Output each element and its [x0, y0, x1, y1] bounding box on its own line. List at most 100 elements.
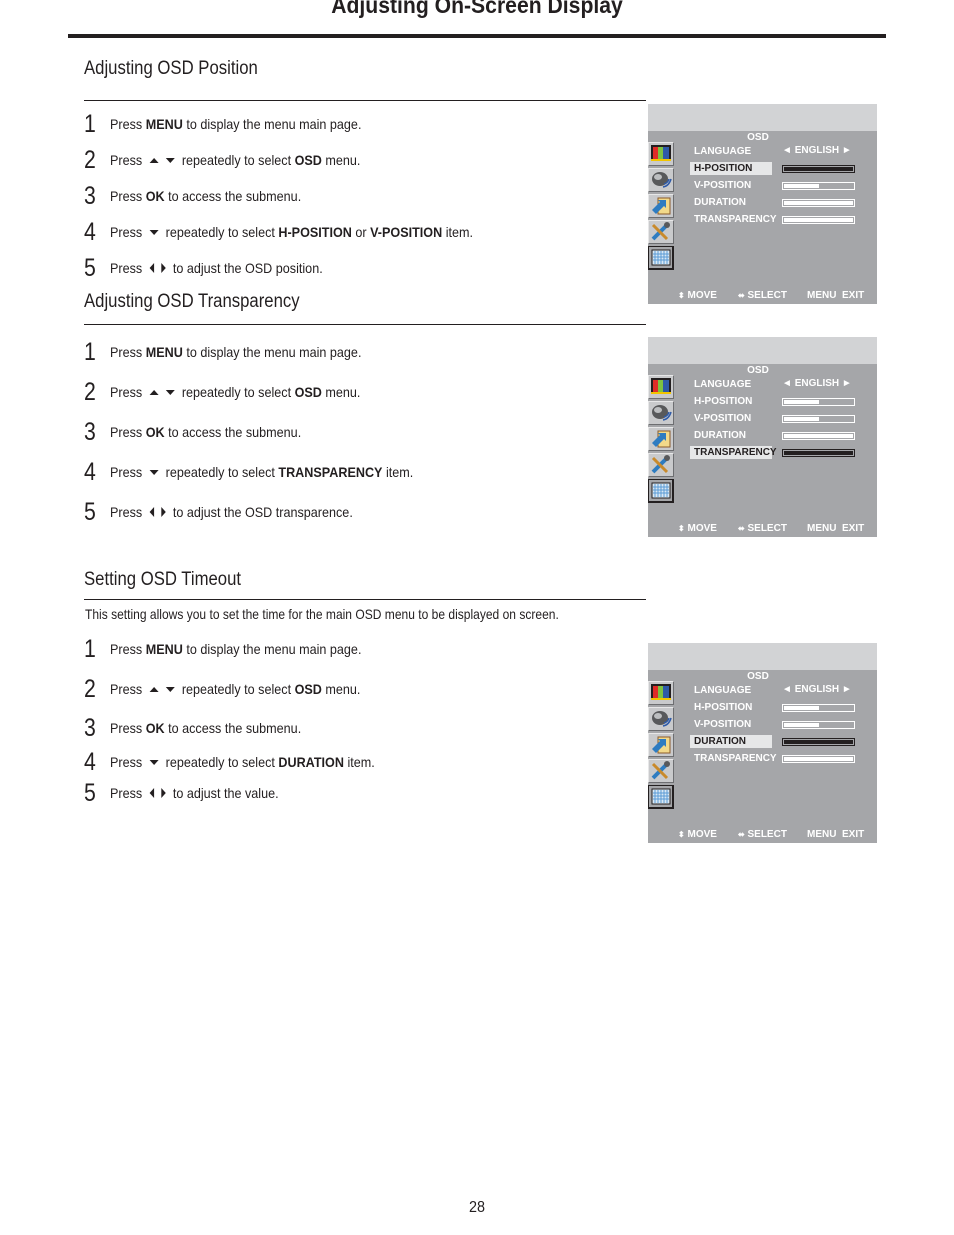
- osd-item-v-position[interactable]: V-POSITION: [690, 717, 870, 734]
- step-pre-text: Press: [110, 424, 146, 440]
- osd-tab-picture[interactable]: [648, 142, 674, 166]
- step-pre-text: Press: [110, 464, 143, 480]
- osd-header-band: [648, 104, 877, 131]
- osd-level-slider[interactable]: [782, 738, 855, 746]
- osd-tab-tools[interactable]: [648, 220, 674, 244]
- step-pre-text: Press: [110, 785, 143, 801]
- up-down-arrow-icon: ⬍: [678, 291, 685, 300]
- step-pre-text: Press: [110, 754, 143, 770]
- osd-item-language[interactable]: LANGUAGE ◄ ENGLISH ►: [690, 144, 870, 161]
- osd-item-h-position[interactable]: H-POSITION: [690, 394, 870, 411]
- osd-level-slider[interactable]: [782, 165, 855, 173]
- osd-tab-setup-arrow[interactable]: [648, 427, 674, 451]
- step-item: 3 Press OK to access the submenu.: [84, 715, 322, 741]
- osd-item-label: LANGUAGE: [694, 379, 752, 390]
- osd-level-slider[interactable]: [782, 721, 855, 729]
- left-right-arrow-icon: ⬌: [738, 291, 745, 300]
- osd-language-value: ENGLISH: [794, 378, 840, 389]
- step-key-label: TRANSPARENCY: [278, 464, 383, 480]
- left-arrow-icon: [149, 788, 154, 798]
- osd-item-v-position[interactable]: V-POSITION: [690, 178, 870, 195]
- osd-language-selector[interactable]: ◄ ENGLISH ►: [782, 378, 852, 389]
- step-key-label: OK: [145, 188, 165, 204]
- step-pre-text: Press: [110, 720, 146, 736]
- step-post-text: to adjust the OSD position.: [172, 260, 323, 276]
- osd-tab-osd-grid[interactable]: [648, 785, 674, 809]
- setup-arrow-icon: [650, 735, 672, 760]
- osd-level-fill: [784, 706, 819, 710]
- down-arrow-icon: [165, 686, 175, 692]
- step-item: 2 Press repeatedly to select OSD menu.: [84, 147, 388, 173]
- right-arrow-icon: ►: [839, 378, 852, 389]
- osd-tab-tools[interactable]: [648, 453, 674, 477]
- picture-icon: [650, 683, 672, 706]
- exit-label: EXIT: [842, 829, 865, 840]
- osd-item-language[interactable]: LANGUAGE ◄ ENGLISH ►: [690, 377, 870, 394]
- osd-footer-hints: ⬍ MOVE ⬌ SELECT MENU EXIT: [678, 523, 868, 534]
- step-text: Press to adjust the value.: [110, 785, 279, 801]
- osd-tab-setup-arrow[interactable]: [648, 733, 674, 757]
- page-title: Adjusting On-Screen Display: [331, 0, 623, 18]
- osd-tab-osd-grid[interactable]: [648, 246, 674, 270]
- left-arrow-icon: [149, 263, 154, 273]
- step-text: Press OK to access the submenu.: [110, 720, 301, 736]
- step-number: 4: [84, 748, 96, 776]
- osd-item-label: LANGUAGE: [694, 146, 752, 157]
- osd-tab-audio-speaker[interactable]: [648, 401, 674, 425]
- step-mid-text: or: [351, 224, 371, 240]
- step-pre-text: Press: [110, 152, 143, 168]
- osd-tab-tools[interactable]: [648, 759, 674, 783]
- osd-item-duration[interactable]: DURATION: [690, 428, 870, 445]
- step-number: 1: [84, 338, 96, 366]
- osd-tab-osd-grid[interactable]: [648, 479, 674, 503]
- osd-tab-picture[interactable]: [648, 681, 674, 705]
- step-item: 2 Press repeatedly to select OSD menu.: [84, 379, 388, 405]
- osd-item-transparency[interactable]: TRANSPARENCY: [690, 212, 870, 229]
- step-post-text: menu.: [321, 152, 361, 168]
- osd-level-slider[interactable]: [782, 415, 855, 423]
- osd-level-fill: [784, 757, 853, 761]
- step-text: Press repeatedly to select H-POSITION or …: [110, 224, 473, 240]
- osd-level-fill: [784, 184, 819, 188]
- osd-level-fill: [784, 167, 853, 171]
- osd-language-selector[interactable]: ◄ ENGLISH ►: [782, 684, 852, 695]
- right-arrow-icon: ►: [839, 684, 852, 695]
- osd-item-h-position[interactable]: H-POSITION: [690, 700, 870, 717]
- osd-category-icons: [648, 681, 676, 811]
- step-number: 4: [84, 218, 96, 246]
- osd-item-v-position[interactable]: V-POSITION: [690, 411, 870, 428]
- osd-level-slider[interactable]: [782, 199, 855, 207]
- move-hint: ⬍ MOVE: [678, 523, 738, 534]
- osd-level-slider[interactable]: [782, 216, 855, 224]
- osd-item-duration[interactable]: DURATION: [690, 195, 870, 212]
- title-divider: [68, 34, 886, 38]
- osd-item-list: LANGUAGE ◄ ENGLISH ► H-POSITION V-POSITION D…: [690, 377, 870, 462]
- osd-language-selector[interactable]: ◄ ENGLISH ►: [782, 145, 852, 156]
- osd-item-transparency[interactable]: TRANSPARENCY: [690, 751, 870, 768]
- osd-tab-audio-speaker[interactable]: [648, 707, 674, 731]
- osd-item-h-position[interactable]: H-POSITION: [690, 161, 870, 178]
- osd-level-slider[interactable]: [782, 755, 855, 763]
- step-item: 4 Press repeatedly to select TRANSPARENCY …: [84, 459, 447, 485]
- osd-item-language[interactable]: LANGUAGE ◄ ENGLISH ►: [690, 683, 870, 700]
- osd-tab-setup-arrow[interactable]: [648, 194, 674, 218]
- up-arrow-icon: [149, 389, 159, 395]
- osd-item-label: DURATION: [694, 197, 747, 208]
- osd-footer-hints: ⬍ MOVE ⬌ SELECT MENU EXIT: [678, 290, 868, 301]
- osd-tab-picture[interactable]: [648, 375, 674, 399]
- left-arrow-icon: ◄: [782, 684, 795, 695]
- osd-item-transparency[interactable]: TRANSPARENCY: [690, 445, 870, 462]
- step-item: 3 Press OK to access the submenu.: [84, 419, 322, 445]
- move-label: MOVE: [687, 290, 717, 301]
- osd-tab-audio-speaker[interactable]: [648, 168, 674, 192]
- osd-level-slider[interactable]: [782, 449, 855, 457]
- osd-item-duration[interactable]: DURATION: [690, 734, 870, 751]
- osd-level-slider[interactable]: [782, 182, 855, 190]
- step-number: 4: [84, 458, 96, 486]
- osd-menu-title: OSD: [747, 365, 769, 376]
- step-key-label: OSD: [294, 384, 322, 400]
- left-right-arrow-icon: ⬌: [738, 524, 745, 533]
- osd-level-slider[interactable]: [782, 704, 855, 712]
- osd-level-slider[interactable]: [782, 432, 855, 440]
- osd-level-slider[interactable]: [782, 398, 855, 406]
